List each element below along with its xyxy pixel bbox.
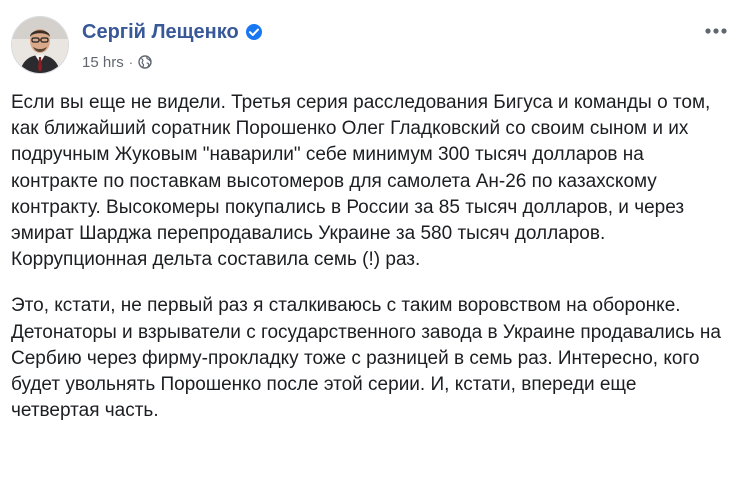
facebook-post: Сергій Лещенко 15 hrs · Если вы еще не в… (0, 0, 740, 481)
verified-badge-icon (245, 23, 263, 41)
author-header: Сергій Лещенко (82, 18, 263, 46)
author-avatar[interactable] (11, 16, 69, 74)
globe-icon[interactable] (138, 55, 152, 69)
meta-separator: · (128, 54, 134, 70)
post-text: Если вы еще не видели. Третья серия расс… (11, 90, 726, 424)
more-dots-icon (705, 28, 727, 34)
post-paragraph-1: Если вы еще не видели. Третья серия расс… (11, 92, 711, 271)
post-timestamp-link[interactable]: 15 hrs (82, 54, 124, 71)
post-options-button[interactable] (700, 20, 732, 42)
avatar-photo (12, 17, 68, 73)
author-name-link[interactable]: Сергій Лещенко (82, 21, 239, 44)
post-paragraph-2: Это, кстати, не первый раз я сталкиваюсь… (11, 295, 721, 422)
post-meta: 15 hrs · (82, 52, 152, 72)
